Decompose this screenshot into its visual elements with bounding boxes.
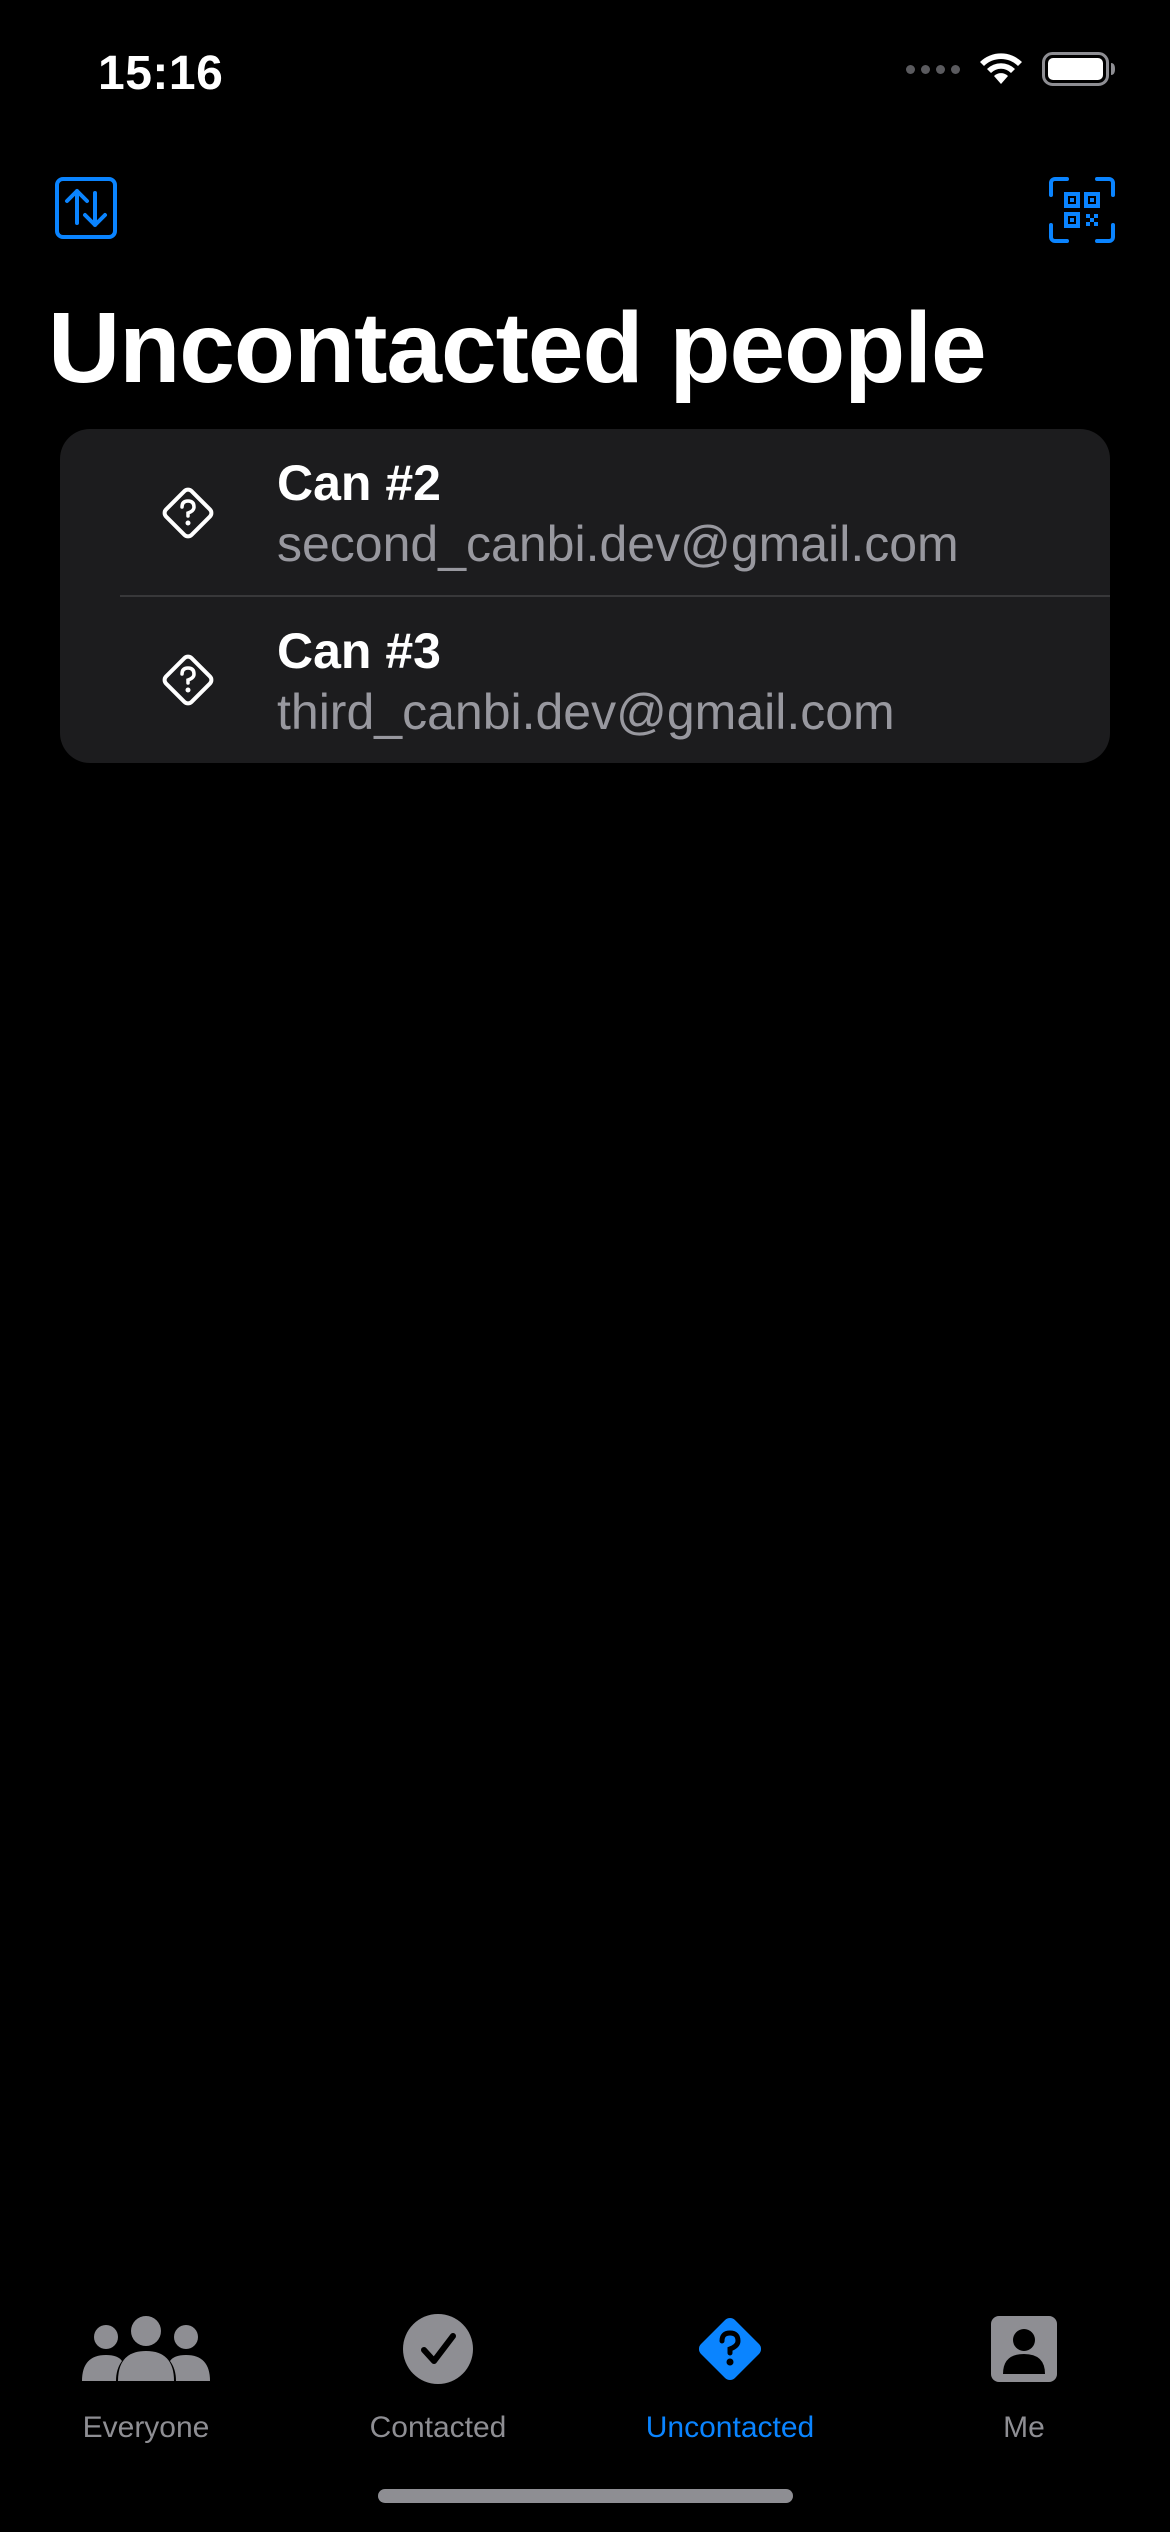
wifi-icon [980,53,1022,84]
tab-uncontacted[interactable]: Uncontacted [584,2300,876,2470]
person-email: second_canbi.dev@gmail.com [277,516,959,572]
sort-button[interactable] [50,172,122,244]
tab-label: Everyone [82,2411,210,2444]
status-time: 15:16 [98,47,224,100]
tab-me[interactable]: Me [878,2300,1170,2470]
home-indicator[interactable] [378,2489,793,2503]
question-diamond-fill-icon [698,2317,762,2381]
people-group-icon [82,2316,210,2381]
person-square-icon [991,2316,1057,2382]
checkmark-circle-icon [403,2314,473,2384]
person-email: third_canbi.dev@gmail.com [277,684,895,740]
tab-label: Uncontacted [645,2411,815,2444]
tab-contacted[interactable]: Contacted [292,2300,584,2470]
person-name: Can #3 [277,623,441,679]
sort-arrows-icon [55,177,117,239]
people-list: Can #2 second_canbi.dev@gmail.com Can #3… [60,429,1110,763]
tab-label: Me [1003,2411,1045,2444]
battery-icon [1042,52,1115,86]
qr-scan-icon [1049,177,1115,243]
tab-everyone[interactable]: Everyone [0,2300,292,2470]
cellular-dots-icon [906,64,960,74]
person-name: Can #2 [277,455,441,511]
status-icons [906,52,1116,86]
question-diamond-icon [162,654,214,705]
page-title: Uncontacted people [48,292,987,404]
qr-scan-button[interactable] [1046,174,1118,246]
question-diamond-icon [162,487,214,538]
list-item[interactable]: Can #3 third_canbi.dev@gmail.com [60,596,1110,763]
tab-label: Contacted [369,2411,507,2444]
list-item[interactable]: Can #2 second_canbi.dev@gmail.com [60,429,1110,596]
